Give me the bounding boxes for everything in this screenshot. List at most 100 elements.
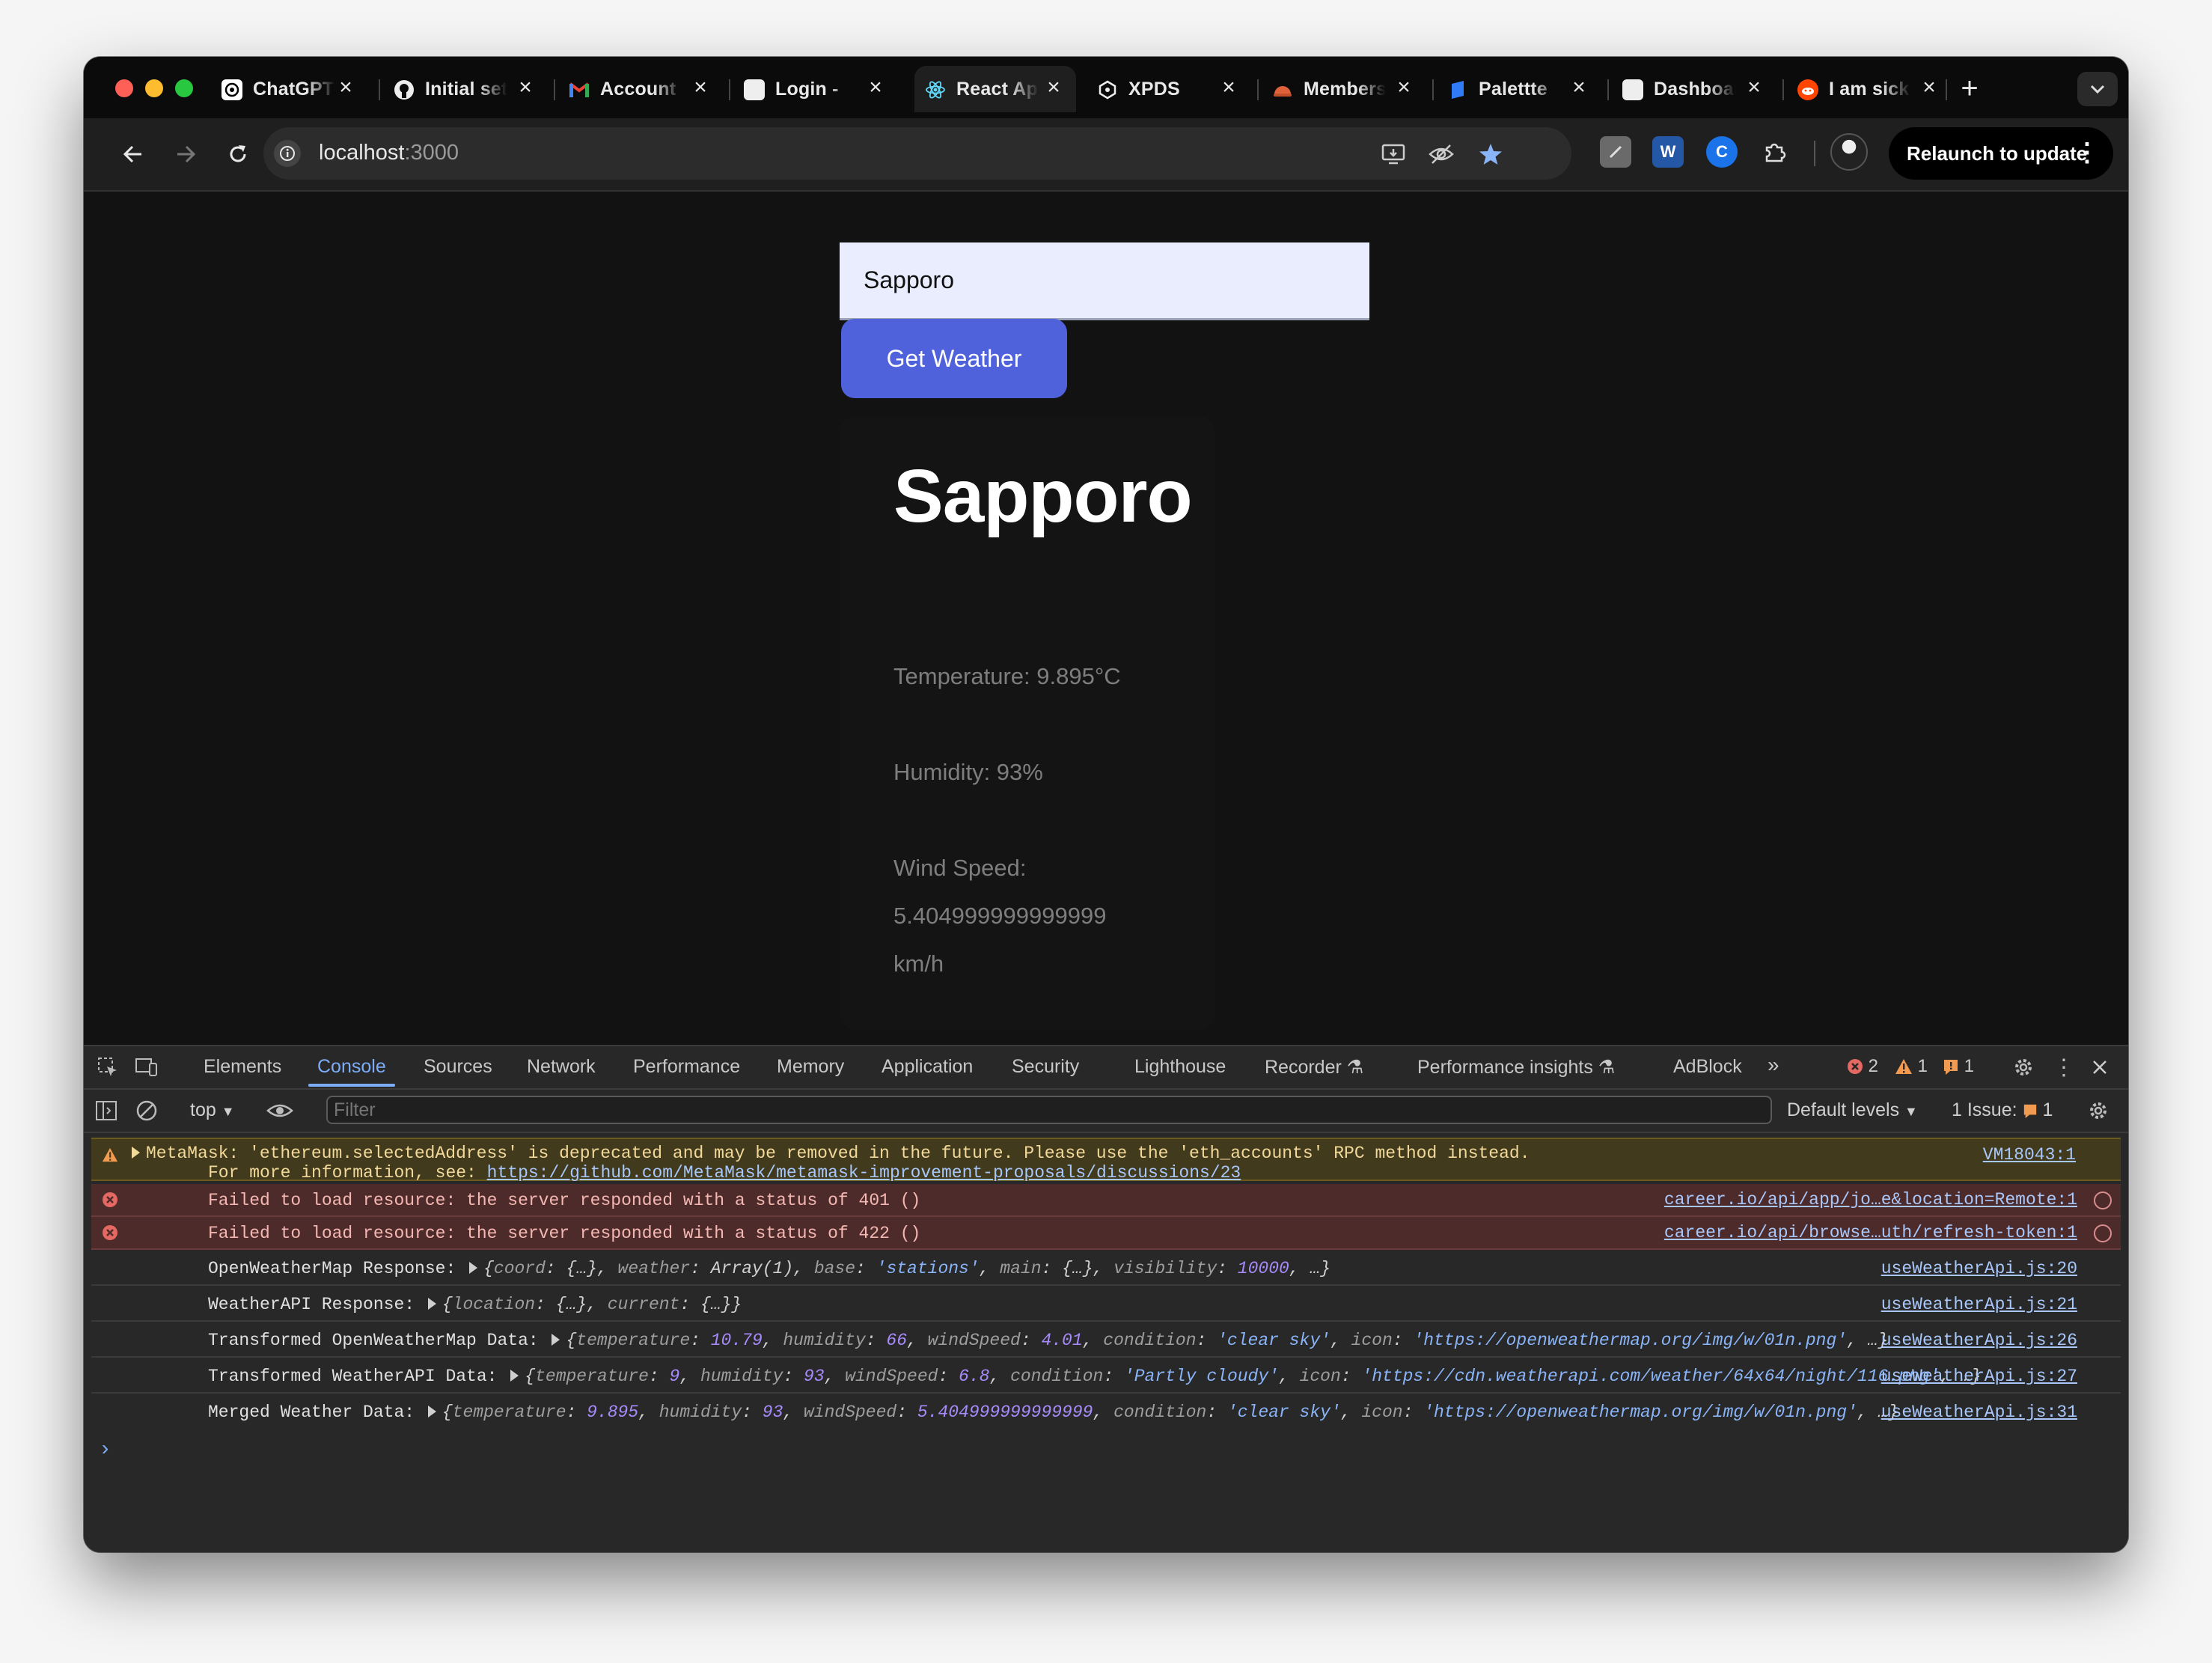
tab-search-button[interactable] (2077, 72, 2118, 106)
extension-c-icon[interactable]: C (1706, 136, 1738, 168)
reload-button[interactable] (221, 138, 254, 171)
tab-dashboard[interactable]: Dashboard × (1612, 66, 1776, 112)
console-error-row[interactable]: Failed to load resource: the server resp… (91, 1184, 2121, 1217)
source-link[interactable]: useWeatherApi.js:21 (1881, 1295, 2077, 1314)
close-icon[interactable]: × (1567, 76, 1591, 100)
devtools-tab-security[interactable]: Security (1012, 1056, 1079, 1078)
console-filter-input[interactable] (326, 1096, 1772, 1124)
live-expression-eye-icon[interactable] (266, 1097, 293, 1124)
devtools-tab-performance[interactable]: Performance (633, 1056, 740, 1078)
zoom-window-button[interactable] (175, 79, 193, 97)
devtools-tab-adblock[interactable]: AdBlock (1673, 1056, 1742, 1078)
devtools-tab-elements[interactable]: Elements (204, 1056, 281, 1078)
device-toolbar-icon[interactable] (133, 1054, 160, 1081)
bookmark-star-icon[interactable] (1476, 139, 1506, 169)
tab-xpds[interactable]: XPDS × (1087, 66, 1251, 112)
settings-gear-icon[interactable] (2010, 1054, 2037, 1081)
relaunch-button[interactable]: Relaunch to update ⋮ (1889, 127, 2113, 180)
close-icon[interactable]: × (1217, 76, 1241, 100)
get-weather-button[interactable]: Get Weather (841, 319, 1067, 398)
devtools-tab-sources[interactable]: Sources (424, 1056, 492, 1078)
devtools-tab-memory[interactable]: Memory (777, 1056, 844, 1078)
more-tabs-icon[interactable]: » (1768, 1053, 1779, 1077)
object-preview[interactable]: {temperature: 9.895, humidity: 93, windS… (442, 1403, 1898, 1422)
console-log-row[interactable]: WeatherAPI Response: {location: {…}, cur… (91, 1287, 2121, 1322)
extension-notes-icon[interactable] (1600, 136, 1631, 168)
devtools-tab-performance-insights[interactable]: Performance insights ⚗ (1417, 1056, 1615, 1078)
source-link[interactable]: useWeatherApi.js:26 (1881, 1331, 2077, 1350)
forward-button[interactable] (169, 138, 202, 171)
console-warning-row[interactable]: MetaMask: 'ethereum.selectedAddress' is … (91, 1138, 2121, 1183)
expand-triangle-icon[interactable] (510, 1370, 519, 1382)
console-error-row[interactable]: Failed to load resource: the server resp… (91, 1217, 2121, 1250)
eye-off-icon[interactable] (1426, 139, 1456, 169)
tab-login[interactable]: Login - × (733, 66, 898, 112)
source-link[interactable]: useWeatherApi.js:20 (1881, 1259, 2077, 1278)
site-info-icon[interactable] (274, 140, 301, 167)
issues-button[interactable]: 1 Issue: 1 (1952, 1099, 2053, 1121)
close-icon[interactable]: × (864, 76, 887, 100)
expand-triangle-icon[interactable] (469, 1262, 478, 1274)
source-link[interactable]: career.io/api/app/jo…e&location=Remote:1 (1664, 1190, 2077, 1209)
address-bar[interactable]: localhost:3000 (263, 127, 1571, 180)
close-icon[interactable]: × (513, 76, 537, 100)
devtools-tab-recorder[interactable]: Recorder ⚗ (1265, 1056, 1363, 1078)
object-preview[interactable]: {temperature: 10.79, humidity: 66, windS… (566, 1331, 1888, 1350)
clear-console-icon[interactable] (133, 1097, 160, 1124)
close-icon[interactable]: × (1917, 76, 1941, 100)
object-preview[interactable]: {temperature: 9, humidity: 93, windSpeed… (525, 1367, 1981, 1386)
profile-avatar[interactable] (1830, 133, 1868, 171)
warning-count-badge[interactable]: 1 (1895, 1056, 1928, 1077)
source-link[interactable]: VM18043:1 (1983, 1145, 2076, 1165)
close-devtools-icon[interactable] (2086, 1054, 2113, 1081)
extension-word-icon[interactable]: W (1652, 136, 1684, 168)
console-log-row[interactable]: Transformed WeatherAPI Data: {temperatur… (91, 1359, 2121, 1394)
log-levels-dropdown[interactable]: Default levels ▼ (1787, 1099, 1918, 1121)
inspect-element-icon[interactable] (94, 1054, 121, 1081)
close-icon[interactable]: × (688, 76, 712, 100)
minimize-window-button[interactable] (145, 79, 163, 97)
tab-palettte[interactable]: Palettte × (1437, 66, 1601, 112)
close-window-button[interactable] (115, 79, 133, 97)
install-app-icon[interactable] (1378, 139, 1408, 169)
console-log-row[interactable]: Merged Weather Data: {temperature: 9.895… (91, 1395, 2121, 1429)
more-vertical-icon[interactable]: ⋮ (2050, 1054, 2077, 1081)
tab-github[interactable]: Initial setup × (383, 66, 548, 112)
context-selector[interactable]: top ▼ (190, 1099, 235, 1121)
expand-triangle-icon[interactable] (552, 1334, 560, 1346)
url-text[interactable]: localhost:3000 (319, 141, 459, 165)
expand-triangle-icon[interactable] (132, 1147, 140, 1159)
close-icon[interactable]: × (334, 76, 358, 100)
tab-chatgpt[interactable]: ChatGPT × (211, 66, 368, 112)
object-preview[interactable]: {location: {…}, current: {…}} (442, 1295, 742, 1314)
tab-members[interactable]: Members × (1262, 66, 1426, 112)
metamask-docs-link[interactable]: https://github.com/MetaMask/metamask-imp… (487, 1163, 1241, 1183)
devtools-tab-lighthouse[interactable]: Lighthouse (1134, 1056, 1226, 1078)
source-link[interactable]: useWeatherApi.js:27 (1881, 1367, 2077, 1386)
close-icon[interactable]: × (1042, 76, 1066, 100)
sidebar-toggle-icon[interactable] (93, 1097, 120, 1124)
source-link[interactable]: useWeatherApi.js:31 (1881, 1403, 2077, 1422)
error-count-badge[interactable]: 2 (1847, 1056, 1878, 1077)
tab-react-app[interactable]: React App × (914, 66, 1076, 112)
source-link[interactable]: career.io/api/browse…uth/refresh-token:1 (1664, 1223, 2077, 1242)
tab-reddit[interactable]: I am sick × (1787, 66, 1952, 112)
network-request-icon[interactable] (2094, 1224, 2112, 1242)
object-preview[interactable]: {coord: {…}, weather: Array(1), base: 's… (483, 1259, 1330, 1278)
city-input[interactable] (840, 242, 1369, 320)
issue-count-badge[interactable]: 1 (1943, 1056, 1974, 1077)
console-settings-gear-icon[interactable] (2085, 1097, 2112, 1124)
devtools-tab-console[interactable]: Console (317, 1056, 386, 1078)
expand-triangle-icon[interactable] (427, 1298, 436, 1310)
expand-triangle-icon[interactable] (427, 1406, 436, 1418)
console-log-row[interactable]: Transformed OpenWeatherMap Data: {temper… (91, 1323, 2121, 1358)
close-icon[interactable]: × (1742, 76, 1766, 100)
extensions-puzzle-icon[interactable] (1759, 136, 1790, 168)
devtools-tab-application[interactable]: Application (882, 1056, 973, 1078)
tab-gmail[interactable]: Account × (558, 66, 723, 112)
network-request-icon[interactable] (2094, 1191, 2112, 1209)
console-log-row[interactable]: OpenWeatherMap Response: {coord: {…}, we… (91, 1251, 2121, 1286)
close-icon[interactable]: × (1392, 76, 1416, 100)
new-tab-button[interactable]: + (1955, 73, 1985, 103)
back-button[interactable] (117, 138, 150, 171)
